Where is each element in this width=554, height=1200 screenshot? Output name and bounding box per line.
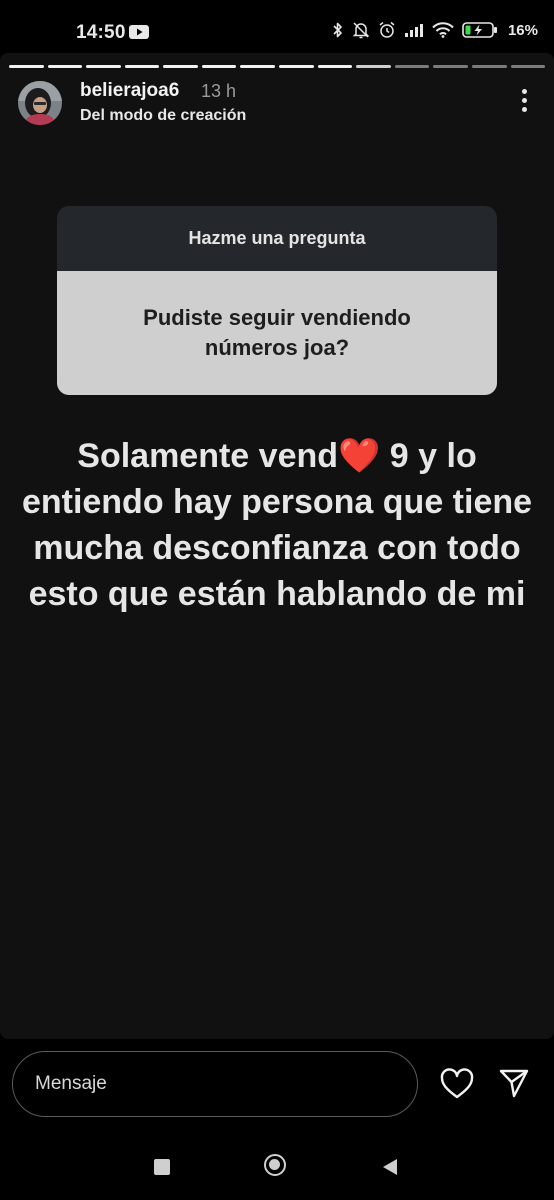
progress-segment [510, 65, 546, 68]
username[interactable]: belierajoa6 [80, 80, 179, 102]
status-bar: 14:50 16% [0, 0, 554, 52]
wifi-icon [432, 22, 454, 38]
signal-icon [404, 24, 423, 37]
progress-segment [471, 65, 507, 68]
progress-segment [240, 65, 276, 68]
story-progress-bar [9, 65, 546, 68]
home-button[interactable] [264, 1154, 286, 1176]
story-viewer[interactable]: belierajoa6 13 h Del modo de creación Ha… [0, 53, 554, 1039]
answer-text-start: Solamente vend [77, 437, 339, 475]
progress-segment [9, 65, 44, 68]
alarm-icon [379, 21, 395, 38]
more-options-icon[interactable] [520, 89, 528, 115]
question-sticker[interactable]: Hazme una pregunta Pudiste seguir vendie… [57, 206, 497, 395]
progress-segment [317, 65, 353, 68]
progress-segment [86, 65, 121, 68]
heart-emoji: ❤️ [338, 437, 381, 475]
question-sticker-question: Pudiste seguir vendiendo números joa? [57, 271, 497, 395]
question-sticker-header: Hazme una pregunta [57, 206, 497, 271]
story-subtitle[interactable]: Del modo de creación [80, 107, 246, 125]
message-input-container[interactable] [12, 1051, 418, 1117]
progress-segment [279, 65, 314, 68]
recent-apps-button[interactable] [154, 1159, 170, 1175]
back-button[interactable] [381, 1158, 399, 1176]
status-time: 14:50 [76, 22, 126, 43]
like-heart-icon[interactable] [440, 1068, 474, 1100]
progress-segment [163, 65, 198, 68]
answer-text: Solamente vend❤️ 9 y lo entiendo hay per… [20, 433, 534, 617]
progress-segment [356, 65, 391, 68]
status-icons: 16% [332, 21, 538, 39]
message-input[interactable] [13, 1052, 417, 1116]
system-navigation-bar [0, 1140, 554, 1200]
youtube-icon [129, 25, 149, 39]
bluetooth-icon [333, 22, 342, 38]
progress-segment [124, 65, 160, 68]
notifications-off-icon [352, 22, 370, 39]
progress-segment [394, 65, 430, 68]
progress-segment [47, 65, 83, 68]
battery-percentage: 16% [507, 21, 538, 39]
send-icon[interactable] [498, 1067, 530, 1099]
progress-segment [201, 65, 237, 68]
battery-charging-icon [462, 22, 497, 38]
avatar[interactable] [18, 81, 62, 125]
progress-segment [433, 65, 468, 68]
avatar-image [18, 81, 62, 125]
post-time: 13 h [201, 81, 237, 101]
